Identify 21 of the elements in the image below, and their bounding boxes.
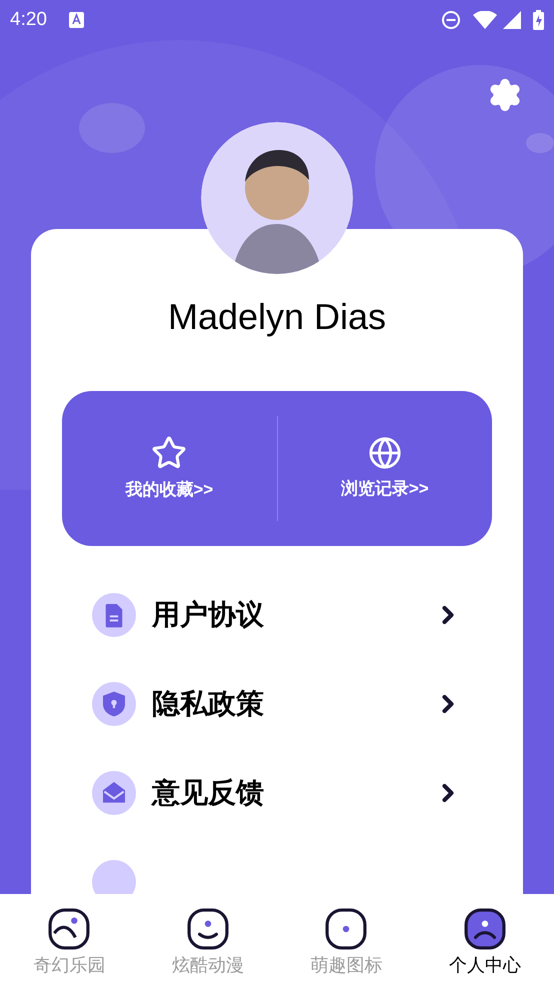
- tab[interactable]: 个人中心: [416, 894, 554, 984]
- signal-icon: [503, 11, 521, 29]
- star-icon: [151, 434, 188, 471]
- quick-action-button[interactable]: 我的收藏>>: [62, 434, 276, 502]
- tab[interactable]: 炫酷动漫: [138, 894, 277, 984]
- battery-icon: [533, 10, 544, 30]
- keyboard-icon: [68, 12, 84, 28]
- do-not-disturb-icon: [441, 10, 461, 30]
- menu-item[interactable]: 隐私政策: [92, 682, 462, 726]
- mail-icon: [92, 771, 136, 815]
- document-icon: [92, 593, 136, 637]
- menu-item[interactable]: 用户协议: [92, 593, 462, 637]
- menu-item[interactable]: 意见反馈: [92, 771, 462, 815]
- quick-action-button[interactable]: 浏览记录>>: [278, 436, 492, 502]
- status-time: 4:20: [10, 8, 47, 32]
- tab[interactable]: 奇幻乐园: [0, 894, 138, 984]
- wifi-icon: [473, 11, 497, 29]
- profile-name: Madelyn Dias: [168, 295, 386, 339]
- shield-icon: [92, 682, 136, 726]
- globe-icon: [368, 436, 402, 470]
- tab[interactable]: 萌趣图标: [277, 894, 416, 984]
